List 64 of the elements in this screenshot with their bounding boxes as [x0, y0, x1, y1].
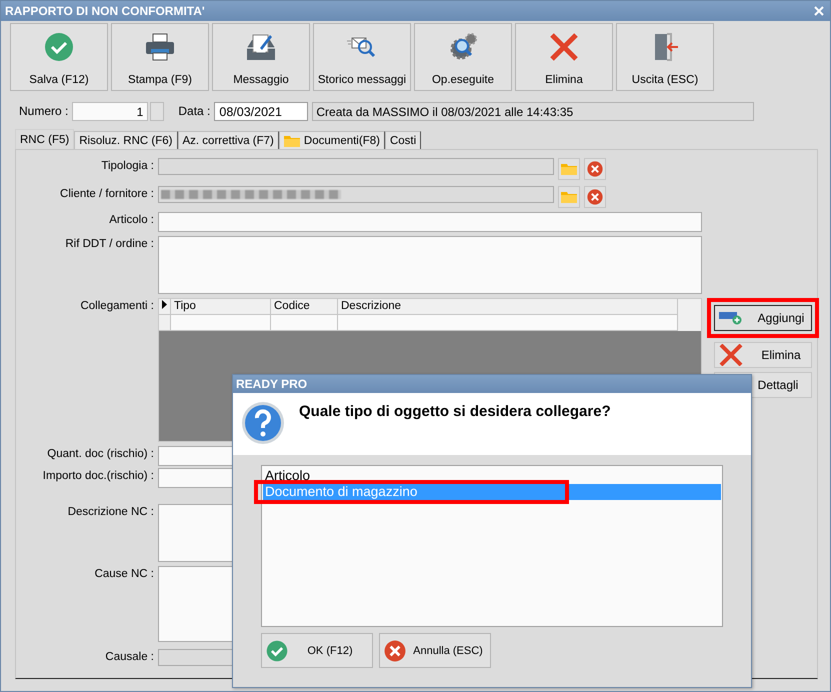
info-text: Creata da MASSIMO il 08/03/2021 alle 14:43:35: [312, 102, 754, 120]
question-icon: [241, 401, 285, 445]
field-label: Causale :: [104, 650, 154, 663]
toolbar-button[interactable]: Op.eseguite: [414, 23, 512, 91]
toolbar-button[interactable]: Salva (F12): [10, 23, 108, 91]
dialog-question: Quale tipo di oggetto si desidera collegare?: [299, 402, 611, 422]
folder-icon: [561, 163, 577, 175]
column-header[interactable]: Descrizione: [338, 299, 678, 315]
number-field[interactable]: 1: [72, 102, 148, 120]
cross-icon: [719, 344, 743, 366]
field-label: Descrizione NC :: [66, 505, 154, 518]
printer-icon: [144, 32, 176, 62]
field-label: Quant. doc (rischio) :: [46, 447, 154, 460]
field-label: Tipologia :: [100, 159, 154, 172]
list-item[interactable]: Articolo: [263, 468, 721, 484]
tab[interactable]: Risoluz. RNC (F6): [74, 131, 178, 149]
dialog-button[interactable]: OK (F12): [261, 633, 373, 668]
cross-icon: [549, 32, 579, 62]
toolbar-button[interactable]: Storico messaggi: [313, 23, 411, 91]
field-label: Importo doc.(rischio) :: [42, 469, 154, 482]
number-picker-button[interactable]: [150, 102, 164, 120]
column-header[interactable]: Codice: [271, 299, 338, 315]
text-area[interactable]: [158, 236, 702, 294]
lookup-field[interactable]: [158, 186, 554, 203]
folder-icon: [284, 134, 300, 146]
row-header-cell: [159, 315, 171, 331]
field-label: Data :: [178, 104, 210, 118]
tab[interactable]: RNC (F5): [15, 129, 74, 149]
lookup-field[interactable]: [158, 158, 554, 175]
field-label: Cause NC :: [94, 567, 154, 580]
tab[interactable]: Documenti(F8): [278, 131, 385, 149]
row-indicator-icon: [162, 300, 167, 309]
date-field[interactable]: 08/03/2021: [214, 102, 308, 120]
table-cell[interactable]: [171, 315, 271, 331]
toolbar-button[interactable]: Messaggio: [212, 23, 310, 91]
field-label: Cliente / fornitore :: [59, 187, 154, 200]
toolbar-button[interactable]: Uscita (ESC): [616, 23, 714, 91]
dialog-title: READY PRO: [233, 375, 751, 393]
side-button[interactable]: Elimina: [714, 342, 812, 368]
field-label: Numero :: [19, 104, 68, 118]
dialog-button[interactable]: Annulla (ESC): [379, 633, 491, 668]
tab[interactable]: Costi: [384, 131, 422, 149]
clear-button[interactable]: [584, 158, 606, 180]
text-field[interactable]: [158, 212, 702, 232]
toolbar-button[interactable]: Elimina: [515, 23, 613, 91]
clear-button[interactable]: [584, 186, 606, 208]
folder-icon: [561, 191, 577, 203]
column-header[interactable]: Tipo: [171, 299, 271, 315]
toolbar-button[interactable]: Stampa (F9): [111, 23, 209, 91]
field-label: Articolo :: [108, 213, 154, 226]
field-label: Rif DDT / ordine :: [64, 237, 154, 250]
tab[interactable]: Az. correttiva (F7): [178, 131, 279, 149]
inbox-pen-icon: [244, 32, 278, 62]
check-circle-icon: [266, 640, 288, 662]
table-cell[interactable]: [271, 315, 338, 331]
check-circle-icon: [44, 32, 74, 62]
close-button[interactable]: [812, 4, 826, 18]
close-circle-icon: [587, 189, 603, 205]
window-title: RAPPORTO DI NON CONFORMITA': [5, 4, 205, 18]
field-label: Collegamenti :: [79, 299, 154, 312]
add-bar-icon: [719, 311, 743, 325]
table-cell[interactable]: [338, 315, 678, 331]
close-circle-icon: [587, 161, 603, 177]
close-circle-icon: [384, 640, 406, 662]
